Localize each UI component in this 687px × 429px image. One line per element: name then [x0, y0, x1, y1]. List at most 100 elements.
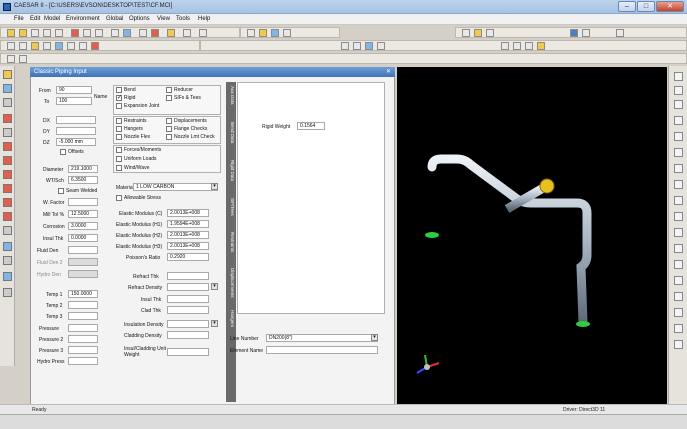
render-icon[interactable] — [570, 29, 578, 37]
menu-view[interactable]: View — [157, 16, 170, 22]
batch-run-icon[interactable] — [167, 29, 175, 37]
find-icon[interactable] — [95, 29, 103, 37]
show-lengths-icon[interactable] — [353, 42, 361, 50]
elastic-h3-input[interactable]: 2.0013E+008 — [167, 242, 209, 250]
pressure2-input[interactable] — [68, 335, 98, 343]
view-tool-icon-2[interactable] — [674, 86, 683, 95]
y-axis-view-icon[interactable] — [513, 42, 521, 50]
material-dropdown-icon[interactable]: ▾ — [211, 183, 218, 190]
z-axis-view-icon[interactable] — [525, 42, 533, 50]
view-tool-icon-10[interactable] — [674, 212, 683, 221]
bend-icon[interactable] — [31, 42, 39, 50]
node-icon[interactable] — [7, 42, 15, 50]
rotate-icon[interactable] — [139, 29, 147, 37]
view-tool-icon-17[interactable] — [674, 324, 683, 333]
menu-model[interactable]: Model — [44, 16, 60, 22]
maximize-button[interactable]: □ — [637, 1, 655, 12]
undo-icon[interactable] — [7, 29, 15, 37]
iso-view-icon[interactable] — [537, 42, 545, 50]
tool-icon-5[interactable] — [3, 128, 12, 137]
restraints-checkbox[interactable] — [116, 118, 122, 124]
tool-icon-16[interactable] — [3, 288, 12, 297]
menu-tools[interactable]: Tools — [176, 16, 190, 22]
reset-view-icon[interactable] — [616, 29, 624, 37]
open-icon[interactable] — [259, 29, 267, 37]
tab-rigid-data[interactable]: Rigid Data — [227, 160, 235, 181]
temp1-input[interactable]: 150.0000 — [68, 290, 98, 298]
insulation-density-input[interactable] — [167, 320, 209, 328]
dz-input[interactable]: -5.000 mm — [56, 138, 96, 146]
flange-checks-checkbox[interactable] — [166, 126, 172, 132]
tool-icon-10[interactable] — [3, 198, 12, 207]
hanger-icon[interactable] — [67, 42, 75, 50]
zoom-icon[interactable] — [462, 29, 470, 37]
tab-hangers[interactable]: Hangers — [227, 310, 235, 327]
diameter-input[interactable]: 219.1000 — [68, 165, 98, 173]
list-icon[interactable] — [111, 29, 119, 37]
show-supports-icon[interactable] — [365, 42, 373, 50]
insert-icon[interactable] — [83, 29, 91, 37]
tab-bend-data[interactable]: Bend Data — [227, 122, 235, 143]
cut-icon[interactable] — [31, 29, 39, 37]
poissons-ratio-input[interactable]: 0.2920 — [167, 253, 209, 261]
menu-options[interactable]: Options — [129, 16, 150, 22]
nozzle-lmt-check-checkbox[interactable] — [166, 134, 172, 140]
view-tool-icon-1[interactable] — [674, 72, 683, 81]
tool-icon-9[interactable] — [3, 184, 12, 193]
view-tool-icon-11[interactable] — [674, 228, 683, 237]
tool-icon-14[interactable] — [3, 256, 12, 265]
menu-environment[interactable]: Environment — [66, 16, 100, 22]
menu-help[interactable]: Help — [198, 16, 210, 22]
pressure3-input[interactable] — [68, 346, 98, 354]
insul-thk-mid-input[interactable] — [167, 295, 209, 303]
refract-density-dropdown-icon[interactable]: ▾ — [211, 283, 218, 290]
tool-icon-3[interactable] — [3, 98, 12, 107]
displacements-checkbox[interactable] — [166, 118, 172, 124]
tool-icon-6[interactable] — [3, 142, 12, 151]
to-input[interactable]: 100 — [56, 97, 92, 105]
line-number-select[interactable]: DN200(8") — [266, 334, 378, 342]
tool-icon-4[interactable] — [3, 114, 12, 123]
view-tool-icon-14[interactable] — [674, 276, 683, 285]
view-tool-icon-3[interactable] — [674, 100, 683, 109]
tab-restraints[interactable]: Restraints — [227, 232, 235, 252]
dy-input[interactable] — [56, 127, 96, 135]
3d-model-viewport[interactable] — [397, 67, 667, 404]
new-icon[interactable] — [247, 29, 255, 37]
view-tool-icon-15[interactable] — [674, 292, 683, 301]
save-icon[interactable] — [271, 29, 279, 37]
allowable-stress-checkbox[interactable] — [116, 195, 122, 201]
tool-icon-8[interactable] — [3, 170, 12, 179]
paste-icon[interactable] — [55, 29, 63, 37]
view-tool-icon-18[interactable] — [674, 340, 683, 349]
w-factor-input[interactable] — [68, 198, 98, 206]
elastic-h2-input[interactable]: 2.0013E+008 — [167, 231, 209, 239]
view-tool-icon-12[interactable] — [674, 244, 683, 253]
tool-icon-12[interactable] — [3, 226, 12, 235]
valve-icon[interactable] — [43, 42, 51, 50]
copy-icon[interactable] — [43, 29, 51, 37]
menu-edit[interactable]: Edit — [30, 16, 40, 22]
force-icon[interactable] — [91, 42, 99, 50]
menu-global[interactable]: Global — [106, 16, 123, 22]
dx-input[interactable] — [56, 116, 96, 124]
hydro-press-input[interactable] — [68, 357, 98, 365]
hangers-checkbox[interactable] — [116, 126, 122, 132]
view-tool-icon-7[interactable] — [674, 164, 683, 173]
view-tool-icon-8[interactable] — [674, 180, 683, 189]
error-check-icon[interactable] — [151, 29, 159, 37]
tool-icon-1[interactable] — [3, 70, 12, 79]
filter-icon[interactable] — [19, 55, 27, 63]
clad-thk-input[interactable] — [167, 306, 209, 314]
uniform-loads-checkbox[interactable] — [116, 156, 122, 162]
nozzle-flex-checkbox[interactable] — [116, 134, 122, 140]
from-input[interactable]: 90 — [56, 86, 92, 94]
view-tool-icon-4[interactable] — [674, 116, 683, 125]
corrosion-input[interactable]: 3.0000 — [68, 222, 98, 230]
element-name-input[interactable] — [266, 346, 378, 354]
delete-icon[interactable] — [71, 29, 79, 37]
view-tool-icon-13[interactable] — [674, 260, 683, 269]
range-icon[interactable] — [7, 55, 15, 63]
output-icon[interactable] — [199, 29, 207, 37]
show-nodes-icon[interactable] — [341, 42, 349, 50]
